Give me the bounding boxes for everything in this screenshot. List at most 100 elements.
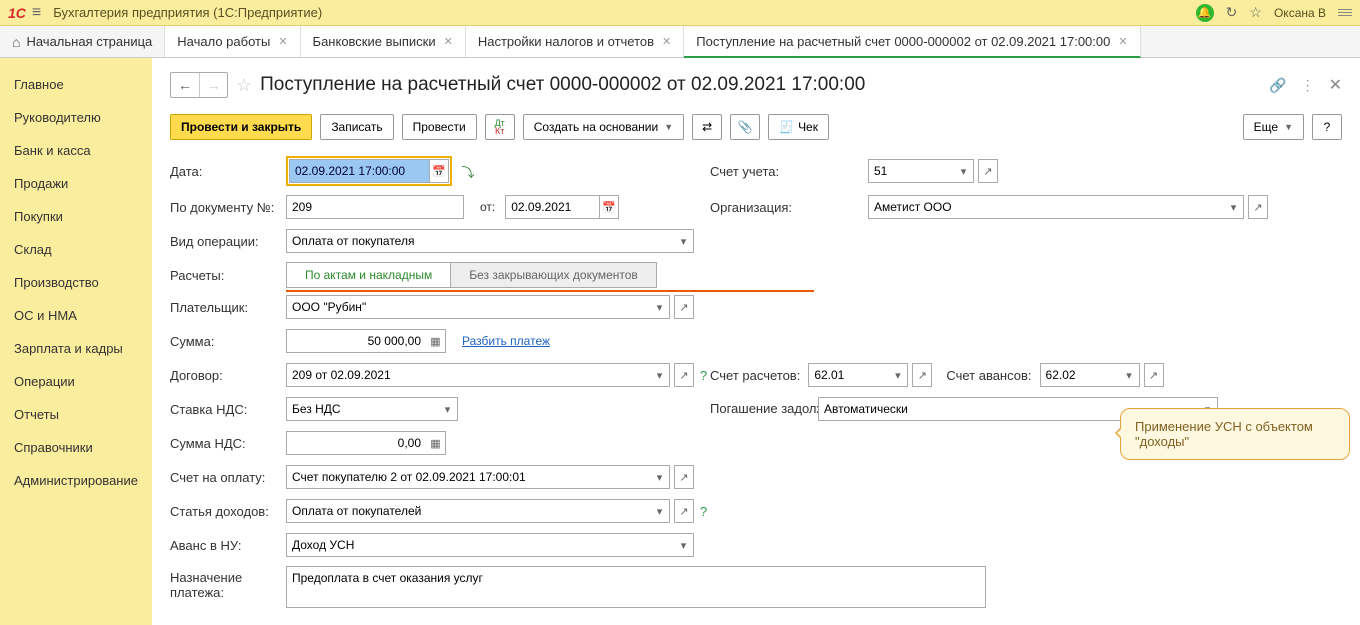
more-actions-icon[interactable]: ⋮ bbox=[1301, 77, 1315, 94]
sidebar-item[interactable]: Склад bbox=[0, 233, 152, 266]
contract-input[interactable] bbox=[286, 363, 650, 387]
open-icon[interactable]: ↗ bbox=[674, 363, 694, 387]
notifications-icon[interactable]: 🔔 bbox=[1196, 4, 1214, 22]
structure-button[interactable]: ⇄ bbox=[692, 114, 722, 140]
invoice-input[interactable] bbox=[286, 465, 650, 489]
advance-nu-input[interactable] bbox=[286, 533, 674, 557]
post-button[interactable]: Провести bbox=[402, 114, 477, 140]
open-icon[interactable]: ↗ bbox=[674, 295, 694, 319]
account-input[interactable] bbox=[868, 159, 954, 183]
favorites-icon[interactable]: ☆ bbox=[1249, 4, 1262, 21]
open-icon[interactable]: ↗ bbox=[674, 499, 694, 523]
chevron-down-icon[interactable]: ▾ bbox=[954, 159, 974, 183]
nav-back-button[interactable]: ← bbox=[171, 73, 199, 97]
split-payment-link[interactable]: Разбить платеж bbox=[462, 334, 550, 348]
orange-separator bbox=[286, 290, 814, 292]
help-icon[interactable]: ? bbox=[700, 504, 707, 519]
sidebar-item[interactable]: Зарплата и кадры bbox=[0, 332, 152, 365]
dtkt-button[interactable]: ДтКт bbox=[485, 114, 515, 140]
org-input[interactable] bbox=[868, 195, 1224, 219]
sidebar-item[interactable]: Банк и касса bbox=[0, 134, 152, 167]
attach-button[interactable]: 📎 bbox=[730, 114, 760, 140]
chevron-down-icon[interactable]: ▾ bbox=[650, 499, 670, 523]
tab-home[interactable]: ⌂ Начальная страница bbox=[0, 26, 165, 57]
chevron-down-icon[interactable]: ▾ bbox=[650, 295, 670, 319]
burger-icon[interactable]: ≡ bbox=[32, 4, 41, 22]
sidebar-item[interactable]: Администрирование bbox=[0, 464, 152, 497]
open-icon[interactable]: ↗ bbox=[1144, 363, 1164, 387]
more-button[interactable]: Еще▼ bbox=[1243, 114, 1304, 140]
tab-item[interactable]: Настройки налогов и отчетов ✕ bbox=[466, 26, 684, 57]
sidebar-item[interactable]: Отчеты bbox=[0, 398, 152, 431]
open-icon[interactable]: ↗ bbox=[978, 159, 998, 183]
sidebar-item[interactable]: Операции bbox=[0, 365, 152, 398]
calc-seg-acts[interactable]: По актам и накладным bbox=[287, 263, 450, 287]
sidebar-item[interactable]: Руководителю bbox=[0, 101, 152, 134]
tab-item[interactable]: Банковские выписки ✕ bbox=[301, 26, 466, 57]
tabstrip: ⌂ Начальная страница Начало работы ✕ Бан… bbox=[0, 26, 1360, 58]
help-button[interactable]: ? bbox=[1312, 114, 1342, 140]
open-icon[interactable]: ↗ bbox=[912, 363, 932, 387]
advance-input[interactable] bbox=[1040, 363, 1120, 387]
purpose-textarea[interactable] bbox=[286, 566, 986, 608]
chevron-down-icon[interactable]: ▾ bbox=[438, 397, 458, 421]
chevron-down-icon[interactable]: ▾ bbox=[888, 363, 908, 387]
sidebar: Главное Руководителю Банк и касса Продаж… bbox=[0, 58, 152, 625]
chevron-down-icon[interactable]: ▾ bbox=[674, 533, 694, 557]
open-icon[interactable]: ↗ bbox=[674, 465, 694, 489]
check-button[interactable]: 🧾Чек bbox=[768, 114, 829, 140]
chevron-down-icon[interactable]: ▾ bbox=[650, 465, 670, 489]
page-title: Поступление на расчетный счет 0000-00000… bbox=[260, 74, 865, 96]
help-icon[interactable]: ? bbox=[700, 368, 707, 383]
settle-input[interactable] bbox=[808, 363, 888, 387]
history-icon[interactable]: ↻ bbox=[1226, 4, 1238, 21]
create-on-basis-button[interactable]: Создать на основании▼ bbox=[523, 114, 684, 140]
op-input[interactable] bbox=[286, 229, 674, 253]
from-label: от: bbox=[480, 200, 495, 214]
chevron-down-icon[interactable]: ▾ bbox=[1224, 195, 1244, 219]
chevron-down-icon[interactable]: ▾ bbox=[674, 229, 694, 253]
account-label: Счет учета: bbox=[710, 164, 860, 179]
income-label: Статья доходов: bbox=[170, 504, 286, 519]
refresh-arrow-icon[interactable]: ⤵ bbox=[458, 162, 478, 181]
tooltip-bubble: Применение УСН с объектом "доходы" bbox=[1120, 408, 1350, 460]
docdate-input[interactable] bbox=[505, 195, 599, 219]
sidebar-item[interactable]: Производство bbox=[0, 266, 152, 299]
vat-sum-input[interactable] bbox=[286, 431, 426, 455]
nav-forward-button[interactable]: → bbox=[199, 73, 227, 97]
sum-label: Сумма: bbox=[170, 334, 286, 349]
tab-item-active[interactable]: Поступление на расчетный счет 0000-00000… bbox=[684, 27, 1140, 58]
post-and-close-button[interactable]: Провести и закрыть bbox=[170, 114, 312, 140]
sidebar-item[interactable]: Покупки bbox=[0, 200, 152, 233]
link-icon[interactable]: 🔗 bbox=[1269, 77, 1286, 94]
favorite-star-icon[interactable]: ☆ bbox=[236, 75, 252, 96]
sidebar-item[interactable]: ОС и НМА bbox=[0, 299, 152, 332]
close-icon[interactable]: ✕ bbox=[444, 35, 453, 48]
payer-input[interactable] bbox=[286, 295, 650, 319]
sum-input[interactable] bbox=[286, 329, 426, 353]
sidebar-item[interactable]: Справочники bbox=[0, 431, 152, 464]
calendar-icon[interactable]: 📅 bbox=[599, 195, 619, 219]
close-icon[interactable]: ✕ bbox=[662, 35, 671, 48]
date-input[interactable] bbox=[289, 159, 429, 183]
write-button[interactable]: Записать bbox=[320, 114, 393, 140]
sidebar-item[interactable]: Главное bbox=[0, 68, 152, 101]
chevron-down-icon[interactable]: ▾ bbox=[650, 363, 670, 387]
user-name[interactable]: Оксана В bbox=[1274, 6, 1326, 20]
calc-seg-noclose[interactable]: Без закрывающих документов bbox=[450, 263, 656, 287]
calculator-icon[interactable]: ▦ bbox=[426, 329, 446, 353]
debt-label: Погашение задолженности: bbox=[710, 402, 810, 416]
calendar-icon[interactable]: 📅 bbox=[429, 159, 449, 183]
close-icon[interactable]: ✕ bbox=[1118, 35, 1127, 48]
close-icon[interactable]: ✕ bbox=[1329, 75, 1342, 95]
docnum-input[interactable] bbox=[286, 195, 464, 219]
calculator-icon[interactable]: ▦ bbox=[426, 431, 446, 455]
sidebar-item[interactable]: Продажи bbox=[0, 167, 152, 200]
open-icon[interactable]: ↗ bbox=[1248, 195, 1268, 219]
income-input[interactable] bbox=[286, 499, 650, 523]
tab-item[interactable]: Начало работы ✕ bbox=[165, 26, 300, 57]
chevron-down-icon[interactable]: ▾ bbox=[1120, 363, 1140, 387]
settings-menu-icon[interactable] bbox=[1338, 9, 1352, 16]
close-icon[interactable]: ✕ bbox=[278, 35, 287, 48]
vat-rate-input[interactable] bbox=[286, 397, 438, 421]
